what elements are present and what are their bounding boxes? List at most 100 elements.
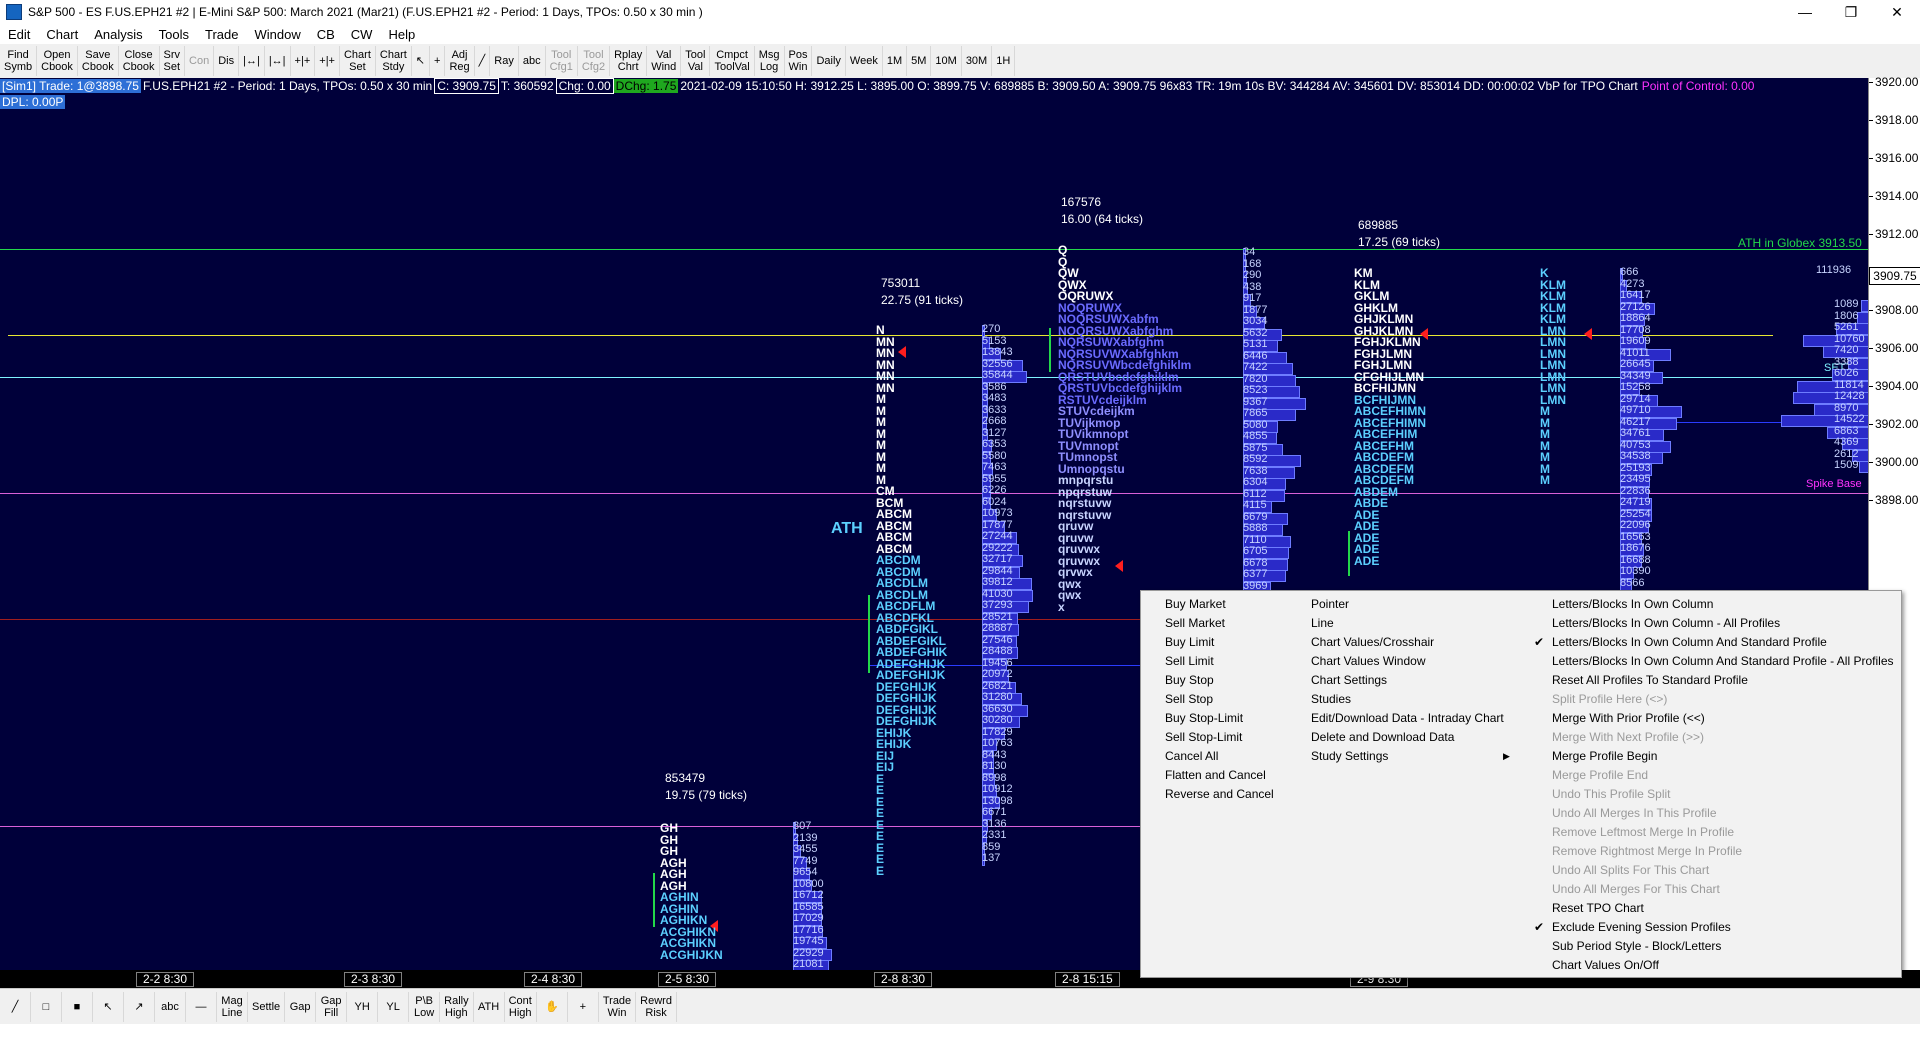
drawing-tool-11[interactable]: YH xyxy=(347,992,379,1022)
toolbar-button-10[interactable]: +|+ xyxy=(315,46,340,76)
toolbar-button-1[interactable]: Open Cbook xyxy=(37,46,78,76)
toolbar-button-2[interactable]: Save Cbook xyxy=(78,46,119,76)
toolbar-button-23[interactable]: Tool Val xyxy=(681,46,711,76)
far-volume-value: 12428 xyxy=(1834,390,1865,402)
dpl-status: DPL: 0.00P xyxy=(0,94,66,109)
profile-menu-item[interactable]: Letters/Blocks In Own Column And Standar… xyxy=(1528,652,1898,671)
toolbar-button-15[interactable]: Adj Reg xyxy=(445,46,475,76)
trade-menu-item[interactable]: Reverse and Cancel xyxy=(1141,785,1321,804)
toolbar-button-12[interactable]: Chart Stdy xyxy=(376,46,412,76)
menu-cw[interactable]: CW xyxy=(343,27,381,42)
drawing-tool-6[interactable]: — xyxy=(186,992,217,1022)
close-marker-5 xyxy=(1584,328,1592,340)
profile-menu-item: Undo All Merges For This Chart xyxy=(1528,880,1898,899)
profile-menu-item[interactable]: Letters/Blocks In Own Column xyxy=(1528,595,1898,614)
drawing-tool-0[interactable]: ╱ xyxy=(0,992,31,1022)
profile-menu-item[interactable]: Chart Values On/Off xyxy=(1528,956,1898,975)
trade-menu-item[interactable]: Flatten and Cancel xyxy=(1141,766,1321,785)
drawing-tool-1[interactable]: □ xyxy=(31,992,62,1022)
toolbar-button-20[interactable]: Tool Cfg2 xyxy=(578,46,611,76)
drawing-tool-14[interactable]: Rally High xyxy=(440,992,474,1022)
toolbar-button-24[interactable]: Cmpct ToolVal xyxy=(710,46,755,76)
toolbar-button-7[interactable]: |↔| xyxy=(239,46,265,76)
toolbar-button-31[interactable]: 10M xyxy=(931,46,962,76)
toolbar-button-30[interactable]: 5M xyxy=(907,46,932,76)
menu-item-label: Exclude Evening Session Profiles xyxy=(1552,920,1731,934)
chart-menu-item[interactable]: Delete and Download Data xyxy=(1287,728,1527,747)
volume-value: 37293 xyxy=(982,599,1013,611)
toolbar-button-19[interactable]: Tool Cfg1 xyxy=(546,46,578,76)
restore-button[interactable]: ❐ xyxy=(1828,0,1874,24)
drawing-tool-4[interactable]: ↗ xyxy=(124,992,155,1022)
profile-menu-item[interactable]: ✔ Letters/Blocks In Own Column And Standa… xyxy=(1528,633,1898,652)
menu-chart[interactable]: Chart xyxy=(38,27,86,42)
drawing-tool-18[interactable]: + xyxy=(568,992,599,1022)
toolbar-button-28[interactable]: Week xyxy=(846,46,883,76)
drawing-tool-19[interactable]: Trade Win xyxy=(599,992,637,1022)
menu-trade[interactable]: Trade xyxy=(197,27,246,42)
menu-tools[interactable]: Tools xyxy=(151,27,197,42)
profile-menu-item[interactable]: Merge Profile Begin xyxy=(1528,747,1898,766)
chart-menu-item[interactable]: Pointer xyxy=(1287,595,1527,614)
minimize-button[interactable]: — xyxy=(1782,0,1828,24)
toolbar-button-3[interactable]: Close Cbook xyxy=(119,46,160,76)
drawing-tool-5[interactable]: abc xyxy=(155,992,186,1022)
drawing-tool-15[interactable]: ATH xyxy=(474,992,505,1022)
drawing-tool-10[interactable]: Gap Fill xyxy=(316,992,348,1022)
drawing-tool-9[interactable]: Gap xyxy=(285,992,317,1022)
chart-menu-item[interactable]: Study Settings ▶ xyxy=(1287,747,1527,766)
toolbar-button-14[interactable]: + xyxy=(430,46,446,76)
profile-menu-item[interactable]: Reset TPO Chart xyxy=(1528,899,1898,918)
chart-menu-item[interactable]: Chart Settings xyxy=(1287,671,1527,690)
toolbar-button-17[interactable]: Ray xyxy=(490,46,519,76)
toolbar-button-13[interactable]: ↖ xyxy=(412,46,431,76)
toolbar-button-4[interactable]: Srv Set xyxy=(160,46,186,76)
menu-window[interactable]: Window xyxy=(246,27,308,42)
toolbar-button-5[interactable]: Con xyxy=(185,46,215,76)
drawing-tool-20[interactable]: Rewrd Risk xyxy=(636,992,677,1022)
toolbar-button-11[interactable]: Chart Set xyxy=(340,46,376,76)
chart-menu-item[interactable]: Studies xyxy=(1287,690,1527,709)
menu-help[interactable]: Help xyxy=(380,27,423,42)
profile-menu-item[interactable]: Merge With Prior Profile (<<) xyxy=(1528,709,1898,728)
profile-menu-item: Split Profile Here (<>) xyxy=(1528,690,1898,709)
toolbar-button-6[interactable]: Dis xyxy=(214,46,240,76)
toolbar-button-22[interactable]: Val Wind xyxy=(647,46,682,76)
toolbar-button-0[interactable]: Find Symb xyxy=(0,46,38,76)
drawing-tool-8[interactable]: Settle xyxy=(248,992,286,1022)
volume-value: 2668 xyxy=(982,415,1007,427)
profile-menu-item[interactable]: Reset All Profiles To Standard Profile xyxy=(1528,671,1898,690)
toolbar-button-32[interactable]: 30M xyxy=(962,46,993,76)
toolbar-button-29[interactable]: 1M xyxy=(883,46,908,76)
toolbar-button-26[interactable]: Pos Win xyxy=(785,46,813,76)
drawing-tool-17[interactable]: ✋ xyxy=(537,992,568,1022)
profile-menu-item[interactable]: ✔ Exclude Evening Session Profiles xyxy=(1528,918,1898,937)
drawing-tool-12[interactable]: YL xyxy=(378,992,410,1022)
menu-edit[interactable]: Edit xyxy=(0,27,38,42)
toolbar-button-9[interactable]: +|+ xyxy=(291,46,316,76)
toolbar-button-33[interactable]: 1H xyxy=(992,46,1016,76)
chart-menu-item[interactable]: Chart Values Window xyxy=(1287,652,1527,671)
volume-value: 27244 xyxy=(982,530,1013,542)
drawing-tool-7[interactable]: Mag Line xyxy=(217,992,248,1022)
toolbar-button-18[interactable]: abc xyxy=(519,46,546,76)
menu-cb[interactable]: CB xyxy=(309,27,343,42)
profile-menu-item[interactable]: Letters/Blocks In Own Column - All Profi… xyxy=(1528,614,1898,633)
drawing-tool-3[interactable]: ↖ xyxy=(93,992,124,1022)
toolbar-button-25[interactable]: Msg Log xyxy=(755,46,785,76)
drawing-tool-16[interactable]: Cont High xyxy=(505,992,537,1022)
chart-menu-item[interactable]: Line xyxy=(1287,614,1527,633)
time-label: 2-3 8:30 xyxy=(344,972,403,987)
toolbar-button-16[interactable]: ╱ xyxy=(475,46,491,76)
chart-menu-item[interactable]: Chart Values/Crosshair xyxy=(1287,633,1527,652)
toolbar-button-8[interactable]: |↔| xyxy=(265,46,291,76)
menu-analysis[interactable]: Analysis xyxy=(86,27,150,42)
drawing-tool-2[interactable]: ■ xyxy=(62,992,93,1022)
profile-menu-item[interactable]: Sub Period Style - Block/Letters xyxy=(1528,937,1898,956)
toolbar-button-21[interactable]: Rplay Chrt xyxy=(610,46,648,76)
close-button[interactable]: ✕ xyxy=(1874,0,1920,24)
chart-menu-item[interactable]: Edit/Download Data - Intraday Chart xyxy=(1287,709,1527,728)
drawing-tool-13[interactable]: P\B Low xyxy=(409,992,441,1022)
toolbar-button-27[interactable]: Daily xyxy=(812,46,846,76)
price-tick: 3904.00 xyxy=(1869,379,1918,393)
